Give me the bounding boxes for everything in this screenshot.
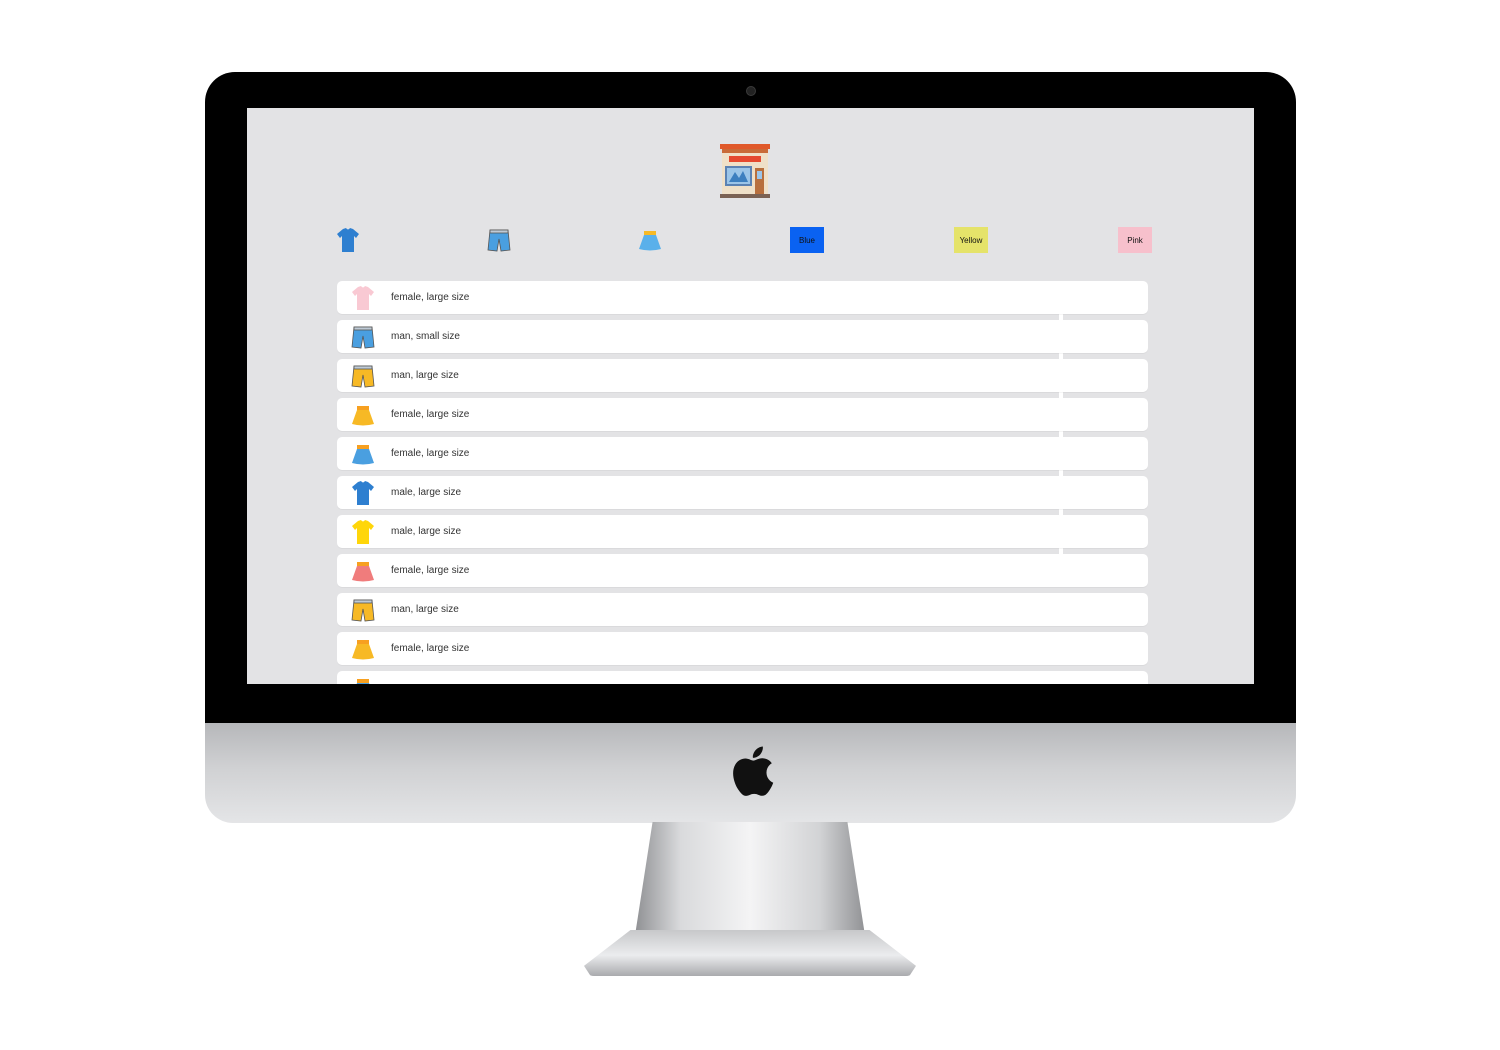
monitor-chin xyxy=(205,723,1296,823)
item-label: female, large size xyxy=(391,448,470,459)
filter-blue-button[interactable]: Blue xyxy=(790,227,824,253)
item-label: female, large size xyxy=(391,565,470,576)
item-label: female, large size xyxy=(391,643,470,654)
skirt-icon xyxy=(639,231,661,251)
list-item[interactable]: man, large size xyxy=(337,359,1148,392)
list-item[interactable]: man, small size xyxy=(337,320,1148,353)
filter-yellow-button[interactable]: Yellow xyxy=(954,227,988,253)
skirt-icon xyxy=(352,444,374,464)
item-label: female, large size xyxy=(391,409,470,420)
filter-pink-button[interactable]: Pink xyxy=(1118,227,1152,253)
list-item[interactable]: female, large size xyxy=(337,632,1148,665)
item-label: man, large size xyxy=(391,604,459,615)
shorts-icon xyxy=(351,365,375,387)
list-item[interactable]: man, large size xyxy=(337,593,1148,626)
app-screen: Blue Yellow Pink female, large size man, … xyxy=(247,108,1254,684)
monitor-stand-neck xyxy=(634,822,866,942)
item-label: man, small size xyxy=(391,331,460,342)
list-item[interactable]: female, large size xyxy=(337,281,1148,314)
filter-shirt-button[interactable] xyxy=(336,227,360,253)
skirt-icon xyxy=(352,639,374,659)
camera-icon xyxy=(746,86,756,96)
tshirt-icon xyxy=(337,228,359,252)
monitor-stand-base xyxy=(584,930,916,976)
skirt-icon xyxy=(356,678,370,684)
filter-shorts-button[interactable] xyxy=(487,227,511,253)
shorts-icon xyxy=(351,326,375,348)
item-label: male, large size xyxy=(391,487,462,498)
list-item[interactable]: female, large size xyxy=(337,398,1148,431)
apple-logo-icon xyxy=(733,746,774,796)
shorts-icon xyxy=(487,229,511,252)
tshirt-icon xyxy=(352,519,374,544)
item-label: female, large size xyxy=(391,292,470,303)
list-item[interactable]: female, large size xyxy=(337,437,1148,470)
shorts-icon xyxy=(351,599,375,621)
list-item[interactable]: male, large size xyxy=(337,476,1148,509)
clothing-store-icon xyxy=(720,144,770,198)
list-item[interactable] xyxy=(337,671,1148,684)
item-label: male, large size xyxy=(391,526,462,537)
list-item[interactable]: male, large size xyxy=(337,515,1148,548)
product-list: female, large size man, small size man, la… xyxy=(337,281,1153,684)
skirt-icon xyxy=(352,405,374,425)
item-label: man, large size xyxy=(391,370,459,381)
tshirt-icon xyxy=(352,480,374,505)
skirt-icon xyxy=(352,561,374,581)
filter-skirt-button[interactable] xyxy=(638,227,662,253)
list-item[interactable]: female, large size xyxy=(337,554,1148,587)
tshirt-icon xyxy=(352,285,374,310)
